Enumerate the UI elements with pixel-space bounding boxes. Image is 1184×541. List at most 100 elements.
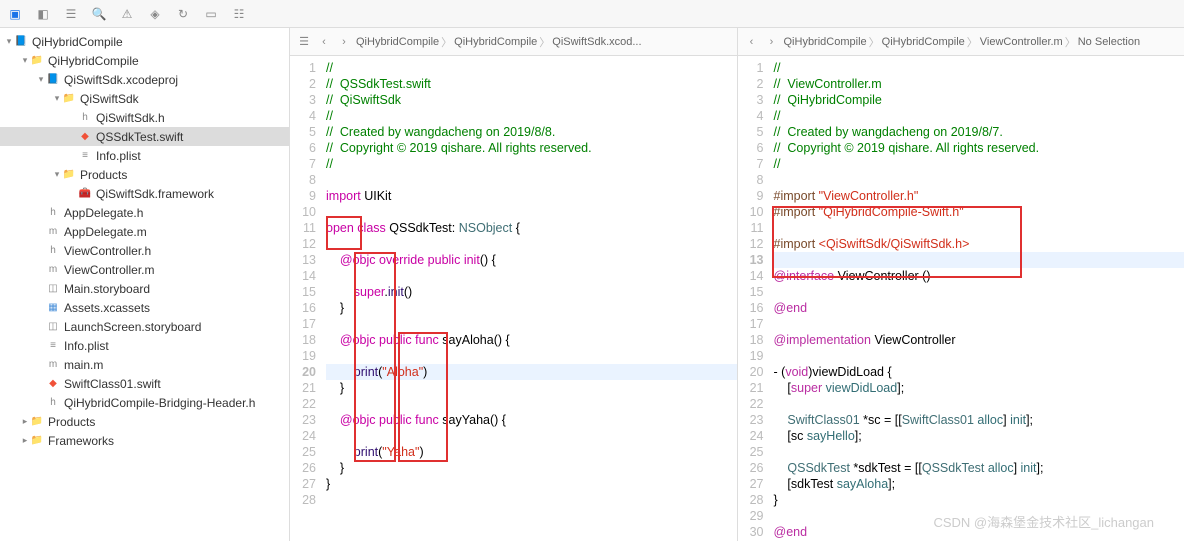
code-line[interactable] bbox=[774, 396, 1184, 412]
disclosure-triangle-icon[interactable]: ▾ bbox=[4, 36, 14, 47]
crumb-item[interactable]: QiHybridCompile bbox=[454, 36, 537, 48]
tree-row[interactable]: ≡Info.plist bbox=[0, 336, 289, 355]
code-line[interactable]: } bbox=[326, 300, 737, 316]
code-line[interactable]: // bbox=[326, 108, 737, 124]
back-icon[interactable]: ‹ bbox=[744, 36, 760, 48]
left-code-area[interactable]: 1234567891011121314151617181920212223242… bbox=[290, 56, 737, 541]
code-line[interactable]: [sdkTest sayAloha]; bbox=[774, 476, 1184, 492]
tree-row[interactable]: ≡Info.plist bbox=[0, 146, 289, 165]
code-line[interactable]: - (void)viewDidLoad { bbox=[774, 364, 1184, 380]
tree-row[interactable]: hAppDelegate.h bbox=[0, 203, 289, 222]
symbols-nav-icon[interactable]: ☰ bbox=[62, 5, 80, 23]
code-line[interactable] bbox=[326, 204, 737, 220]
crumb-item[interactable]: QiHybridCompile bbox=[882, 36, 965, 48]
code-line[interactable]: } bbox=[326, 380, 737, 396]
breadcrumb[interactable]: QiHybridCompile 〉 QiHybridCompile 〉 QiSw… bbox=[356, 34, 642, 50]
code-line[interactable]: // bbox=[326, 60, 737, 76]
code-line[interactable]: open class QSSdkTest: NSObject { bbox=[326, 220, 737, 236]
code-line[interactable]: @objc public func sayYaha() { bbox=[326, 412, 737, 428]
code-line[interactable]: [sc sayHello]; bbox=[774, 428, 1184, 444]
code-line[interactable] bbox=[774, 348, 1184, 364]
code-line[interactable] bbox=[326, 428, 737, 444]
crumb-item[interactable]: QiHybridCompile bbox=[356, 36, 439, 48]
folder-nav-icon[interactable]: ▣ bbox=[6, 5, 24, 23]
tree-row[interactable]: ◫LaunchScreen.storyboard bbox=[0, 317, 289, 336]
tests-nav-icon[interactable]: ◈ bbox=[146, 5, 164, 23]
crumb-item[interactable]: QiSwiftSdk.xcod... bbox=[552, 36, 641, 48]
code-line[interactable]: super.init() bbox=[326, 284, 737, 300]
right-code-area[interactable]: 1234567891011121314151617181920212223242… bbox=[738, 56, 1184, 541]
crumb-item[interactable]: QiHybridCompile bbox=[784, 36, 867, 48]
code-line[interactable] bbox=[774, 220, 1184, 236]
code-line[interactable] bbox=[326, 268, 737, 284]
tree-row[interactable]: 🧰QiSwiftSdk.framework bbox=[0, 184, 289, 203]
code-line[interactable]: print("Yaha") bbox=[326, 444, 737, 460]
disclosure-triangle-icon[interactable]: ▾ bbox=[52, 93, 62, 104]
tree-row[interactable]: mAppDelegate.m bbox=[0, 222, 289, 241]
disclosure-triangle-icon[interactable]: ▾ bbox=[36, 74, 46, 85]
disclosure-triangle-icon[interactable]: ▾ bbox=[52, 169, 62, 180]
tree-row[interactable]: ▾📁QiSwiftSdk bbox=[0, 89, 289, 108]
code-line[interactable]: #import <QiSwiftSdk/QiSwiftSdk.h> bbox=[774, 236, 1184, 252]
tree-row[interactable]: ▾📁Products bbox=[0, 165, 289, 184]
breadcrumb[interactable]: QiHybridCompile 〉 QiHybridCompile 〉 View… bbox=[784, 34, 1141, 50]
related-items-icon[interactable]: ☰ bbox=[296, 35, 312, 48]
code-line[interactable]: SwiftClass01 *sc = [[SwiftClass01 alloc]… bbox=[774, 412, 1184, 428]
tree-row[interactable]: ◫Main.storyboard bbox=[0, 279, 289, 298]
crumb-item[interactable]: ViewController.m bbox=[980, 36, 1063, 48]
breakpoints-nav-icon[interactable]: ▭ bbox=[202, 5, 220, 23]
code-line[interactable] bbox=[774, 444, 1184, 460]
code-line[interactable]: QSSdkTest *sdkTest = [[QSSdkTest alloc] … bbox=[774, 460, 1184, 476]
code-line[interactable]: // bbox=[326, 156, 737, 172]
tree-row[interactable]: ◆QSSdkTest.swift bbox=[0, 127, 289, 146]
code-line[interactable]: // QiHybridCompile bbox=[774, 92, 1184, 108]
tree-row[interactable]: mViewController.m bbox=[0, 260, 289, 279]
forward-icon[interactable]: › bbox=[764, 36, 780, 48]
code-line[interactable]: print("Aloha") bbox=[326, 364, 737, 380]
tree-row[interactable]: hViewController.h bbox=[0, 241, 289, 260]
forward-icon[interactable]: › bbox=[336, 36, 352, 48]
code-line[interactable] bbox=[774, 508, 1184, 524]
code-line[interactable] bbox=[326, 172, 737, 188]
structure-nav-icon[interactable]: ◧ bbox=[34, 5, 52, 23]
tree-row[interactable]: ▾📘QiHybridCompile bbox=[0, 32, 289, 51]
code-line[interactable] bbox=[326, 236, 737, 252]
code-line[interactable] bbox=[774, 252, 1184, 268]
code-line[interactable]: // Copyright © 2019 qishare. All rights … bbox=[326, 140, 737, 156]
code-line[interactable]: } bbox=[326, 476, 737, 492]
tree-row[interactable]: ◆SwiftClass01.swift bbox=[0, 374, 289, 393]
code-line[interactable] bbox=[326, 492, 737, 508]
tree-row[interactable]: ▾📁QiHybridCompile bbox=[0, 51, 289, 70]
reports-nav-icon[interactable]: ☷ bbox=[230, 5, 248, 23]
tree-row[interactable]: ▾📘QiSwiftSdk.xcodeproj bbox=[0, 70, 289, 89]
code-line[interactable]: [super viewDidLoad]; bbox=[774, 380, 1184, 396]
code-line[interactable] bbox=[774, 284, 1184, 300]
back-icon[interactable]: ‹ bbox=[316, 36, 332, 48]
right-code[interactable]: //// ViewController.m// QiHybridCompile/… bbox=[770, 56, 1184, 541]
debug-nav-icon[interactable]: ↻ bbox=[174, 5, 192, 23]
code-line[interactable]: // QiSwiftSdk bbox=[326, 92, 737, 108]
code-line[interactable]: import UIKit bbox=[326, 188, 737, 204]
issues-nav-icon[interactable]: ⚠ bbox=[118, 5, 136, 23]
code-line[interactable]: } bbox=[774, 492, 1184, 508]
code-line[interactable]: @end bbox=[774, 524, 1184, 540]
crumb-item[interactable]: No Selection bbox=[1078, 36, 1140, 48]
disclosure-triangle-icon[interactable]: ▾ bbox=[20, 55, 30, 66]
right-jumpbar[interactable]: ‹ › QiHybridCompile 〉 QiHybridCompile 〉 … bbox=[738, 28, 1184, 56]
tree-row[interactable]: hQiHybridCompile-Bridging-Header.h bbox=[0, 393, 289, 412]
code-line[interactable]: // QSSdkTest.swift bbox=[326, 76, 737, 92]
code-line[interactable]: // bbox=[774, 60, 1184, 76]
code-line[interactable]: @interface ViewController () bbox=[774, 268, 1184, 284]
find-nav-icon[interactable]: 🔍 bbox=[90, 5, 108, 23]
tree-row[interactable]: ▸📁Frameworks bbox=[0, 431, 289, 450]
code-line[interactable] bbox=[774, 316, 1184, 332]
tree-row[interactable]: mmain.m bbox=[0, 355, 289, 374]
code-line[interactable] bbox=[774, 172, 1184, 188]
code-line[interactable]: // Created by wangdacheng on 2019/8/8. bbox=[326, 124, 737, 140]
code-line[interactable]: // Created by wangdacheng on 2019/8/7. bbox=[774, 124, 1184, 140]
code-line[interactable] bbox=[326, 316, 737, 332]
code-line[interactable]: // Copyright © 2019 qishare. All rights … bbox=[774, 140, 1184, 156]
tree-row[interactable]: ▦Assets.xcassets bbox=[0, 298, 289, 317]
left-jumpbar[interactable]: ☰ ‹ › QiHybridCompile 〉 QiHybridCompile … bbox=[290, 28, 737, 56]
code-line[interactable]: #import "ViewController.h" bbox=[774, 188, 1184, 204]
